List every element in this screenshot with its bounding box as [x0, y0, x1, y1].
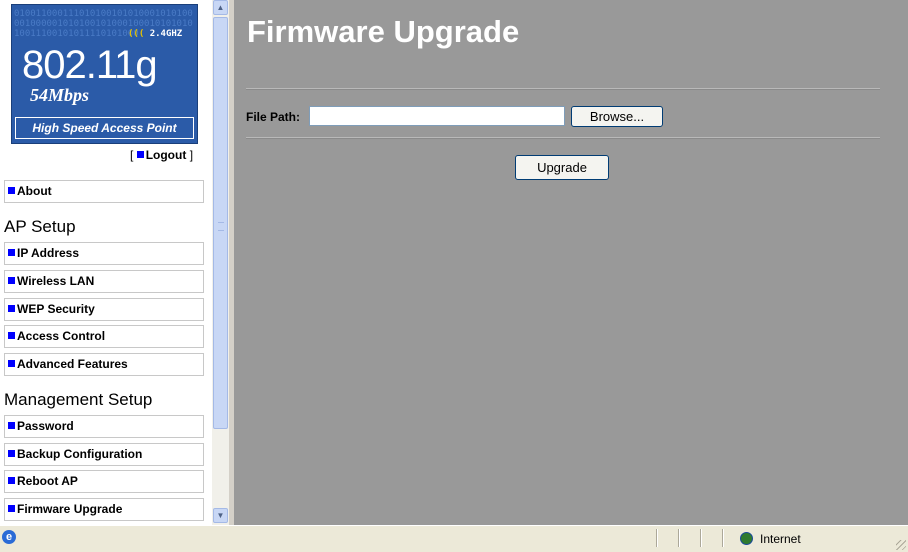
status-separator	[700, 529, 702, 547]
nav-item-firmware-upgrade[interactable]: Firmware Upgrade	[4, 498, 204, 521]
bullet-icon	[8, 450, 15, 457]
upgrade-button[interactable]: Upgrade	[515, 155, 609, 180]
scroll-up-icon[interactable]: ▲	[213, 0, 228, 15]
bullet-icon	[8, 477, 15, 484]
nav-item-label: Firmware Upgrade	[17, 502, 123, 516]
nav-item-password[interactable]: Password	[4, 415, 204, 438]
bullet-icon	[8, 360, 15, 367]
logo-tagline: High Speed Access Point	[15, 117, 194, 139]
nav-item-label: Password	[17, 419, 74, 433]
wireless-waves-icon: (((	[128, 29, 145, 39]
bullet-icon	[8, 422, 15, 429]
nav-item-label: WEP Security	[17, 302, 95, 316]
navigation-frame: 0100110001110101001010100010101000010000…	[0, 0, 212, 525]
file-path-input[interactable]	[309, 106, 565, 126]
nav-item-label: Access Control	[17, 329, 106, 343]
section-heading-management-setup: Management Setup	[4, 390, 153, 409]
status-separator	[722, 529, 724, 547]
logo-band-text: 2.4GHZ	[149, 29, 183, 39]
nav-item-reboot-ap[interactable]: Reboot AP	[4, 470, 204, 493]
page-title: Firmware Upgrade	[247, 14, 520, 49]
nav-item-wireless-lan[interactable]: Wireless LAN	[4, 270, 204, 293]
bullet-icon	[8, 305, 15, 312]
nav-item-label: Advanced Features	[17, 357, 128, 371]
divider	[246, 88, 880, 90]
status-separator	[656, 529, 658, 547]
nav-item-advanced-features[interactable]: Advanced Features	[4, 353, 204, 376]
file-path-label: File Path:	[246, 110, 301, 124]
bullet-icon	[8, 332, 15, 339]
resize-grip-icon[interactable]	[896, 540, 906, 550]
nav-item-ip-address[interactable]: IP Address	[4, 242, 204, 265]
security-zone-label: Internet	[760, 532, 801, 546]
content-frame: Firmware Upgrade File Path: Browse... Up…	[234, 0, 908, 525]
logout-link[interactable]: [ Logout ]	[130, 148, 193, 162]
bullet-icon	[8, 249, 15, 256]
status-separator	[678, 529, 680, 547]
bullet-icon	[136, 151, 144, 158]
nav-item-backup-configuration[interactable]: Backup Configuration	[4, 443, 204, 466]
nav-item-about[interactable]: About	[4, 180, 204, 203]
section-heading-ap-setup: AP Setup	[4, 217, 76, 236]
logo-speed: 54Mbps	[30, 85, 90, 105]
page-loaded-icon: e	[2, 530, 16, 544]
nav-item-label: Backup Configuration	[17, 447, 143, 461]
logo-band: ((( 2.4GHZ	[128, 29, 182, 39]
navigation-scrollbar[interactable]: ▲ ▼	[212, 0, 229, 525]
bullet-icon	[8, 187, 15, 194]
bullet-icon	[8, 277, 15, 284]
logo-standard: 802.11g	[22, 43, 158, 87]
browser-status-bar: e Internet	[0, 525, 908, 552]
logout-label: Logout	[145, 148, 187, 162]
nav-item-label: IP Address	[17, 246, 80, 260]
grip-icon	[218, 222, 224, 231]
product-logo: 0100110001110101001010100010101000010000…	[11, 4, 198, 144]
logout-bracket-open: [	[130, 148, 134, 162]
divider	[246, 137, 880, 139]
scrollbar-thumb[interactable]	[213, 17, 228, 429]
nav-item-label: Wireless LAN	[17, 274, 95, 288]
nav-item-label: Reboot AP	[17, 474, 78, 488]
browse-button[interactable]: Browse...	[571, 106, 663, 127]
scroll-down-icon[interactable]: ▼	[213, 508, 228, 523]
nav-item-access-control[interactable]: Access Control	[4, 325, 204, 348]
internet-zone-icon	[740, 532, 753, 545]
nav-item-label: About	[17, 184, 52, 198]
nav-item-wep-security[interactable]: WEP Security	[4, 298, 204, 321]
logout-bracket-close: ]	[189, 148, 194, 162]
bullet-icon	[8, 505, 15, 512]
